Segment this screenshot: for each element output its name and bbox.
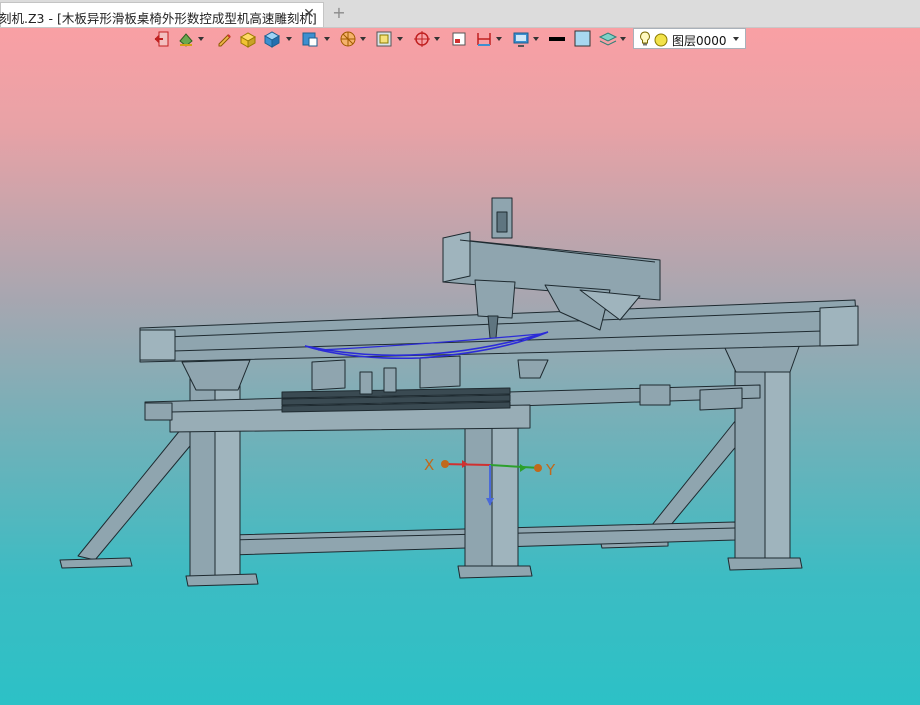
3d-viewport[interactable]	[0, 50, 920, 705]
display-dropdown-icon[interactable]	[533, 37, 539, 41]
orbit-dropdown-icon[interactable]	[434, 37, 440, 41]
frame-icon[interactable]	[449, 29, 469, 49]
document-tab[interactable]: 刻机.Z3 - [木板异形滑板桌椅外形数控成型机高速雕刻机] ✕	[0, 2, 324, 27]
lightbulb-icon[interactable]	[639, 31, 651, 51]
layer-stack-icon[interactable]	[598, 29, 618, 49]
pencil-icon[interactable]	[214, 29, 234, 49]
left-foot-plate	[59, 557, 133, 569]
layer-select[interactable]: 图层0000	[633, 28, 746, 49]
zoom-dropdown-icon[interactable]	[397, 37, 403, 41]
axis-label-x: X	[424, 456, 435, 474]
layer-name: 图层0000	[672, 34, 727, 48]
new-tab-icon[interactable]: +	[331, 4, 347, 22]
section-dropdown-icon[interactable]	[360, 37, 366, 41]
document-tab-title: 刻机.Z3 - [木板异形滑板桌椅外形数控成型机高速雕刻机]	[0, 11, 317, 26]
spindle-head	[474, 279, 516, 319]
fill-color-icon[interactable]	[573, 29, 593, 49]
machine-model	[59, 197, 859, 587]
zoom-fit-icon[interactable]	[374, 29, 394, 49]
axis-label-y: Y	[546, 461, 556, 479]
section-view-icon[interactable]	[338, 29, 358, 49]
close-icon[interactable]: ✕	[301, 6, 317, 22]
paint-bucket-icon[interactable]	[176, 29, 196, 49]
layer-stack-dropdown-icon[interactable]	[620, 37, 626, 41]
right-foot	[727, 557, 803, 571]
dimension-dropdown-icon[interactable]	[496, 37, 502, 41]
view-cube-icon[interactable]	[300, 29, 320, 49]
clamp-left	[311, 359, 346, 391]
tab-bar: 刻机.Z3 - [木板异形滑板桌椅外形数控成型机高速雕刻机] ✕ +	[0, 0, 920, 28]
orbit-icon[interactable]	[412, 29, 432, 49]
front-left-foot	[185, 573, 259, 587]
display-mode-icon[interactable]	[511, 29, 531, 49]
dimension-icon[interactable]	[474, 29, 494, 49]
chevron-down-icon[interactable]	[733, 37, 739, 41]
left-diagonal-brace	[77, 417, 206, 561]
line-color-icon[interactable]	[547, 29, 567, 49]
center-foot	[457, 565, 533, 579]
paint-dropdown-icon[interactable]	[198, 37, 204, 41]
cube-dropdown-icon[interactable]	[286, 37, 292, 41]
box-shaded-icon[interactable]	[238, 29, 258, 49]
view-dropdown-icon[interactable]	[324, 37, 330, 41]
exit-icon[interactable]	[152, 29, 172, 49]
cube-icon[interactable]	[262, 29, 282, 49]
clamp-right	[419, 355, 461, 389]
layer-color-dot-icon[interactable]	[654, 32, 668, 51]
